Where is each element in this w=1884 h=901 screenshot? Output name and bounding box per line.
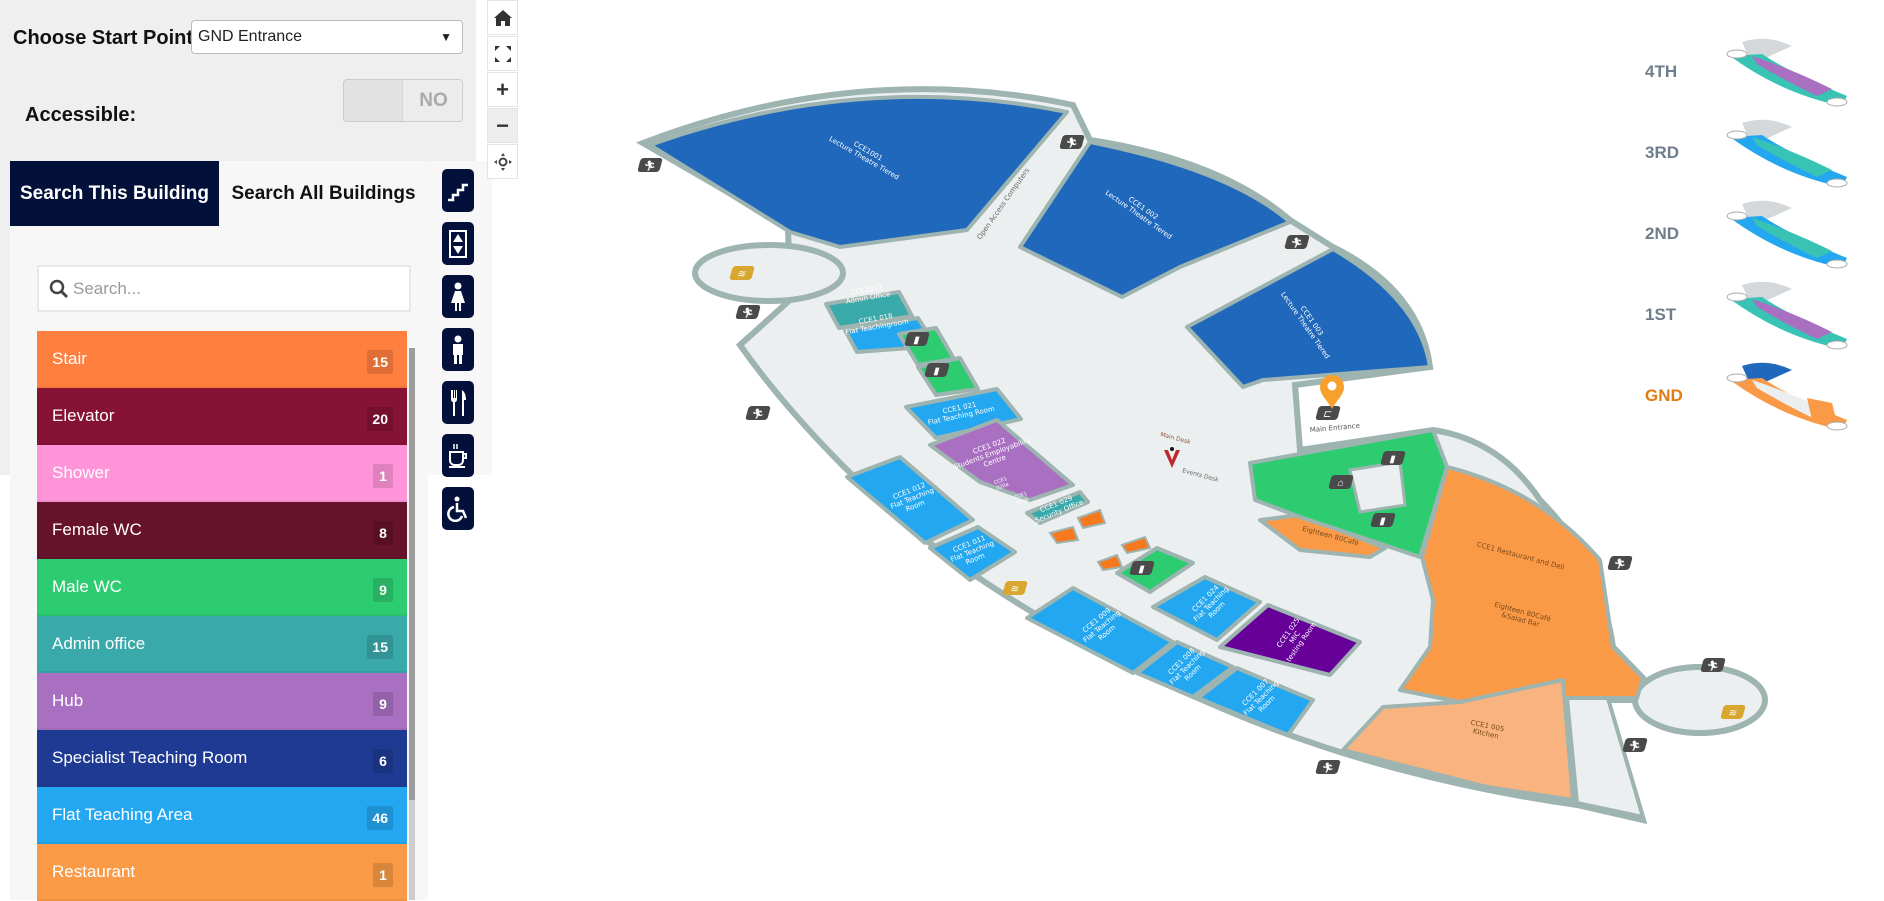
zoom-out-button[interactable]: − xyxy=(487,108,518,143)
home-icon xyxy=(493,9,512,26)
floor-thumbnail-3rd[interactable] xyxy=(1722,115,1852,195)
exit-icon[interactable]: 🏃︎ xyxy=(1059,135,1085,149)
exit-icon[interactable]: 🏃︎ xyxy=(1622,738,1648,752)
locate-icon xyxy=(493,152,512,171)
main-desk-icon-head xyxy=(1170,447,1174,451)
floor-label-3rd[interactable]: 3RD xyxy=(1645,143,1679,163)
exit-icon[interactable]: 🏃︎ xyxy=(1700,658,1726,672)
main-entrance-label-line: Main Entrance xyxy=(1309,422,1360,434)
exit-icon[interactable]: 🏃︎ xyxy=(1607,556,1633,570)
entrance-map-icon[interactable]: ⊏ xyxy=(1315,406,1341,420)
exit-icon[interactable]: 🏃︎ xyxy=(1284,235,1310,249)
thumb-shape xyxy=(1826,178,1848,188)
floor-thumbnail-gnd[interactable] xyxy=(1722,358,1852,438)
floor-thumbnail-1st[interactable] xyxy=(1722,277,1852,357)
thumb-shape xyxy=(1726,130,1748,140)
floor-label-2nd[interactable]: 2ND xyxy=(1645,224,1679,244)
wc-corridor xyxy=(1348,460,1407,514)
left-rotunda xyxy=(692,242,846,304)
corridor xyxy=(1564,692,1646,820)
fullscreen-button[interactable] xyxy=(487,36,518,71)
stairs-map-icon[interactable]: ≋ xyxy=(1002,581,1028,595)
exit-icon[interactable]: 🏃︎ xyxy=(735,305,761,319)
shower-map-icon[interactable]: ⌂ xyxy=(1328,475,1354,489)
thumb-shape xyxy=(1826,340,1848,350)
thumb-shape xyxy=(1726,49,1748,59)
wc-map-icon[interactable]: ▮ xyxy=(924,363,950,377)
pin-body xyxy=(1320,375,1344,409)
right-rotunda xyxy=(1632,664,1768,736)
pin-dot xyxy=(1327,381,1337,391)
floor-label-gnd[interactable]: GND xyxy=(1645,386,1683,406)
stairs-map-icon[interactable]: ≋ xyxy=(729,266,755,280)
stairs-map-icon[interactable]: ≋ xyxy=(1720,705,1746,719)
thumb-shape xyxy=(1826,97,1848,107)
wc-map-icon[interactable]: ▮ xyxy=(1380,451,1406,465)
exit-icon[interactable]: 🏃︎ xyxy=(637,158,663,172)
zoom-in-icon: + xyxy=(496,76,509,102)
exit-icon[interactable]: 🏃︎ xyxy=(745,406,771,420)
locate-button[interactable] xyxy=(487,144,518,179)
zoom-out-icon: − xyxy=(496,112,509,138)
home-button[interactable] xyxy=(487,0,518,35)
thumb-shape xyxy=(1826,421,1848,431)
thumb-shape xyxy=(1726,292,1748,302)
thumb-shape xyxy=(1826,259,1848,269)
wc-map-icon[interactable]: ▮ xyxy=(1129,561,1155,575)
wc-map-icon[interactable]: ▮ xyxy=(904,332,930,346)
fullscreen-icon xyxy=(494,45,511,62)
location-pin-icon[interactable] xyxy=(1320,375,1344,409)
zoom-in-button[interactable]: + xyxy=(487,72,518,107)
thumb-shape xyxy=(1726,211,1748,221)
floor-map[interactable]: 🏃︎🏃︎🏃︎🏃︎🏃︎🏃︎🏃︎🏃︎🏃︎≋≋≋▮▮▮▮▮⌂⊏ CCE1001Lect… xyxy=(0,0,1884,900)
thumb-shape xyxy=(1726,373,1748,383)
floor-thumbnail-2nd[interactable] xyxy=(1722,196,1852,276)
main-entrance-label: Main Entrance xyxy=(1309,422,1360,434)
floor-thumbnail-4th[interactable] xyxy=(1722,34,1852,114)
floor-label-1st[interactable]: 1ST xyxy=(1645,305,1676,325)
wc-map-icon[interactable]: ▮ xyxy=(1370,513,1396,527)
exit-icon[interactable]: 🏃︎ xyxy=(1315,760,1341,774)
floor-label-4th[interactable]: 4TH xyxy=(1645,62,1677,82)
